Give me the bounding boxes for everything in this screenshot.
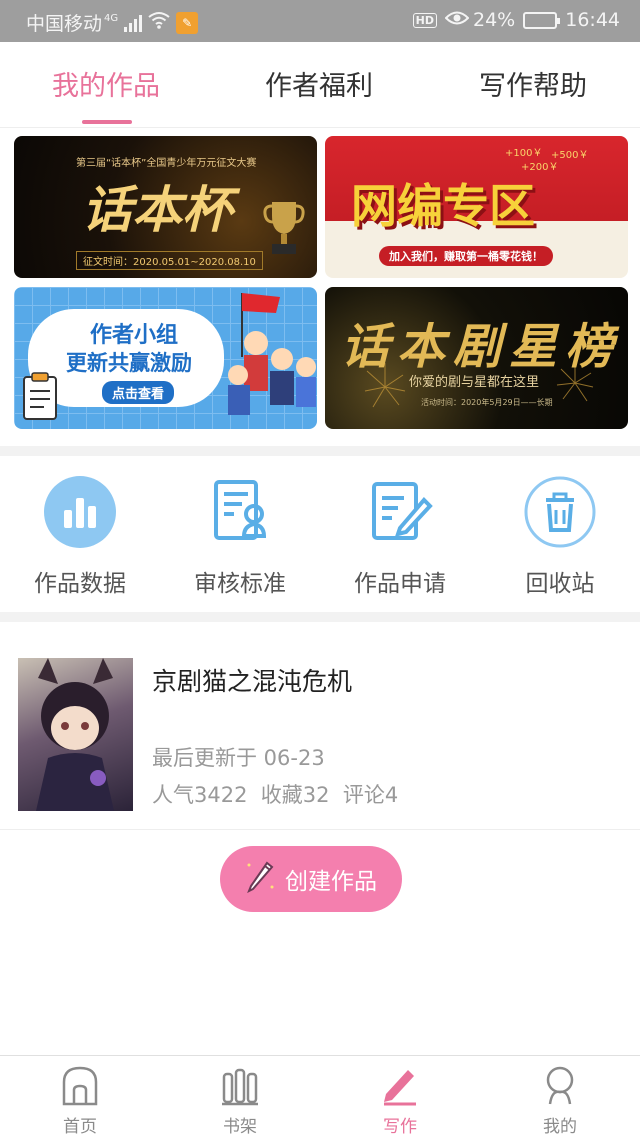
hd-badge: HD: [412, 12, 437, 28]
quick-action-label: 审核标准: [194, 571, 286, 597]
banner-author-group[interactable]: 作者小组 更新共赢激励 点击查看: [14, 287, 317, 429]
tab-indicator: [82, 120, 132, 124]
create-work-button[interactable]: 创建作品: [220, 846, 402, 912]
banner-view-button[interactable]: 点击查看: [102, 381, 175, 404]
status-bar: 中国移动 4G ✎ HD 24% 16:44: [0, 0, 640, 42]
quick-action-label: 回收站: [525, 571, 595, 597]
tab-my-works[interactable]: 我的作品: [52, 64, 160, 103]
quick-actions: 作品数据 审核标准 作品申请 回收站: [0, 458, 640, 612]
home-icon: [62, 1066, 98, 1106]
clipboard-icon: [23, 372, 57, 420]
banner-huaben-cup[interactable]: 第三届“话本杯”全国青少年万元征文大赛 话本杯 征文时间：2020.05.01~…: [14, 136, 317, 278]
trash-icon: [524, 476, 596, 548]
quick-action-data[interactable]: 作品数据: [10, 476, 150, 598]
eye-icon: [444, 9, 470, 31]
work-title[interactable]: 京剧猫之混沌危机: [152, 662, 352, 698]
nav-write[interactable]: 写作: [340, 1064, 460, 1137]
nav-home[interactable]: 首页: [20, 1064, 140, 1137]
bar-chart-icon: [44, 476, 116, 548]
banner-title: 话本剧星榜: [341, 319, 622, 375]
banner-date: 征文时间：2020.05.01~2020.08.10: [76, 251, 263, 270]
bottom-nav: 首页 书架 写作 我的: [0, 1055, 640, 1138]
quick-action-recycle-bin[interactable]: 回收站: [490, 476, 630, 598]
app-notification-icon: ✎: [176, 11, 199, 34]
quick-action-review[interactable]: 审核标准: [170, 476, 310, 598]
review-doc-icon: [204, 476, 276, 548]
quick-action-apply[interactable]: 作品申请: [330, 476, 470, 598]
top-tabs: 我的作品 作者福利 写作帮助: [0, 42, 640, 128]
edit-doc-icon: [364, 476, 436, 548]
trophy-icon: [263, 202, 305, 254]
banner-drama-star-list[interactable]: 话本剧星榜 你爱的剧与星都在这里 活动时间：2020年5月29日——长期: [325, 287, 628, 429]
battery-percent: 24%: [473, 9, 516, 31]
banner-slogan: 加入我们，赚取第一桶零花钱！: [379, 246, 553, 266]
banner-line-1: 作者小组: [90, 323, 179, 348]
section-divider: [0, 446, 640, 456]
nav-label: 首页: [63, 1117, 97, 1137]
cover-illustration: [36, 658, 114, 811]
work-stats: 人气3422 收藏32 评论4: [152, 783, 399, 807]
battery-icon: [523, 11, 561, 29]
tab-writing-help[interactable]: 写作帮助: [479, 64, 587, 103]
nav-bookshelf[interactable]: 书架: [180, 1064, 300, 1137]
banner-title: 话本杯: [82, 180, 232, 239]
work-card[interactable]: 京剧猫之混沌危机 最后更新于 06-23 人气3422 收藏32 评论4: [0, 622, 640, 830]
banner-subtitle: 第三届“话本杯”全国青少年万元征文大赛: [76, 158, 257, 169]
banner-line-2: 更新共赢激励: [66, 351, 192, 375]
nav-profile[interactable]: 我的: [500, 1064, 620, 1137]
banner-date: 活动时间：2020年5月29日——长期: [421, 398, 553, 407]
banner-subtitle: 你爱的剧与星都在这里: [409, 375, 540, 390]
banner-bonus-1: +100￥: [505, 148, 543, 159]
clock: 16:44: [565, 9, 620, 31]
pencil-icon: [245, 859, 275, 899]
bookshelf-icon: [222, 1068, 258, 1106]
people-illustration: [228, 293, 316, 415]
nav-label: 书架: [223, 1117, 257, 1137]
nav-label: 写作: [383, 1117, 417, 1137]
create-work-label: 创建作品: [285, 869, 377, 895]
tab-author-benefits[interactable]: 作者福利: [265, 64, 373, 103]
quick-action-label: 作品申请: [354, 571, 446, 597]
carrier-label: 中国移动: [26, 13, 103, 35]
pen-icon: [384, 1070, 416, 1106]
wifi-icon: [148, 11, 170, 34]
profile-icon: [546, 1066, 574, 1105]
work-cover[interactable]: [18, 658, 133, 811]
quick-action-label: 作品数据: [34, 571, 126, 597]
section-divider: [0, 612, 640, 622]
network-type: 4G: [104, 13, 119, 24]
nav-label: 我的: [543, 1117, 577, 1137]
banner-title: 网编专区: [351, 179, 535, 233]
banner-editor-zone[interactable]: +100￥ +500￥ +200￥ 网编专区 加入我们，赚取第一桶零花钱！: [325, 136, 628, 278]
work-last-updated: 最后更新于 06-23: [152, 746, 325, 770]
signal-icon: [124, 14, 144, 32]
